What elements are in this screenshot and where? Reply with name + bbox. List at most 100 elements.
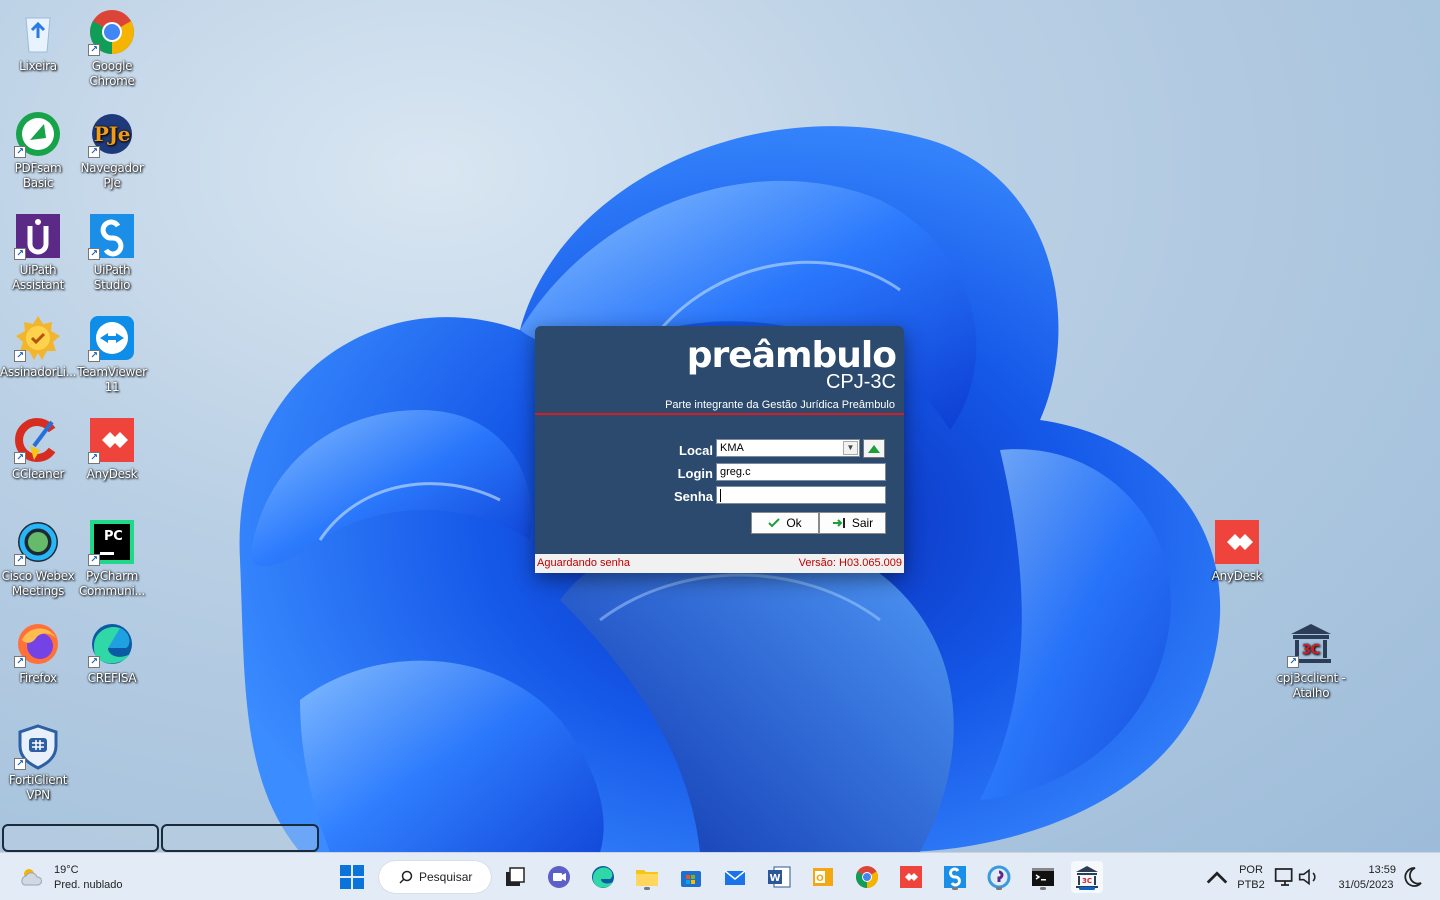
taskbar-outlook[interactable]: O	[807, 861, 839, 893]
local-select-value: KMA	[720, 442, 744, 454]
taskbar-store[interactable]	[675, 861, 707, 893]
task-view-icon	[506, 867, 525, 886]
local-select[interactable]: KMA ▼	[716, 439, 860, 457]
tray-network[interactable]	[1273, 861, 1297, 893]
taskbar-terminal[interactable]	[1027, 861, 1059, 893]
start-button[interactable]	[336, 861, 368, 893]
running-indicator	[952, 887, 958, 890]
tray-overflow-button[interactable]	[1201, 861, 1233, 893]
desktop-icon-firefox[interactable]: ↗ Firefox	[0, 620, 76, 686]
outlook-icon: O	[813, 868, 833, 886]
desktop-icon-label: CREFISA	[87, 671, 137, 685]
desktop-icon-uipath-studio[interactable]: ↗ UiPath Studio	[74, 212, 150, 293]
svg-text:3C: 3C	[1082, 877, 1092, 885]
shortcut-arrow-icon: ↗	[88, 248, 100, 260]
edge-icon	[592, 866, 614, 888]
taskbar-word[interactable]: W	[763, 861, 795, 893]
shortcut-arrow-icon: ↗	[14, 758, 26, 770]
taskbar-task-view[interactable]	[499, 861, 531, 893]
desktop-icon-assinador[interactable]: ↗ AssinadorLi...	[0, 314, 76, 380]
desktop-icon-pycharm[interactable]: PC ↗ PyCharm Communi...	[74, 518, 150, 599]
shortcut-arrow-icon: ↗	[14, 350, 26, 362]
shortcut-arrow-icon: ↗	[88, 146, 100, 158]
desktop: Lixeira ↗ Google Chrome ↗ PDFsam Basic P…	[0, 0, 1440, 852]
windows-logo-icon	[340, 865, 364, 889]
status-text: Aguardando senha	[537, 557, 630, 569]
desktop-icon-label: Cisco Webex Meetings	[1, 569, 75, 598]
desktop-icon-lixeira[interactable]: Lixeira	[0, 8, 76, 74]
expand-up-button[interactable]	[863, 439, 885, 458]
taskbar-uipath-assistant[interactable]	[983, 861, 1015, 893]
svg-text:W: W	[769, 873, 780, 884]
taskbar-cpj3c[interactable]: 3C	[1071, 861, 1103, 893]
status-bar: Aguardando senha Versão: H03.065.009	[535, 554, 904, 573]
chevron-up-icon	[1206, 871, 1228, 884]
shortcut-arrow-icon: ↗	[88, 44, 100, 56]
svg-text:3C: 3C	[1302, 643, 1320, 658]
running-indicator	[1040, 887, 1046, 890]
ok-button[interactable]: Ok	[751, 512, 819, 534]
desktop-icon-chrome[interactable]: ↗ Google Chrome	[74, 8, 150, 89]
taskbar-edge[interactable]	[587, 861, 619, 893]
weather-desc: Pred. nublado	[54, 879, 123, 891]
shortcut-arrow-icon: ↗	[14, 146, 26, 158]
desktop-icon-teamviewer[interactable]: ↗ TeamViewer 11	[74, 314, 150, 395]
store-icon	[681, 871, 701, 887]
desktop-icon-cpj3c[interactable]: 3C ↗ cpj3cclient - Atalho	[1273, 620, 1349, 701]
desktop-icon-crefisa[interactable]: ↗ CREFISA	[74, 620, 150, 686]
tagline: Parte integrante da Gestão Jurídica Preâ…	[665, 399, 895, 411]
empty-window-stub[interactable]	[161, 824, 319, 852]
login-field[interactable]: greg.c	[716, 463, 886, 481]
desktop-icon-pje[interactable]: PJe ↗ Navegador PJe	[74, 110, 150, 191]
chrome-icon: ↗	[88, 8, 136, 56]
anydesk-icon	[1213, 518, 1261, 566]
desktop-icon-ccleaner[interactable]: ↗ CCleaner	[0, 416, 76, 482]
shortcut-arrow-icon: ↗	[88, 554, 100, 566]
mail-icon	[724, 870, 746, 885]
password-field[interactable]	[716, 486, 886, 504]
taskbar-chrome[interactable]	[851, 861, 883, 893]
desktop-icon-uipath-assistant[interactable]: ↗ UiPath Assistant	[0, 212, 76, 293]
brand-block: preâmbulo CPJ-3C	[687, 338, 897, 393]
taskbar-search[interactable]: Pesquisar	[379, 861, 491, 893]
taskbar-teams-chat[interactable]	[543, 861, 575, 893]
volume-icon	[1298, 868, 1316, 886]
seal-icon: ↗	[14, 314, 62, 362]
triangle-up-icon	[868, 444, 880, 453]
weather-temp: 19°C	[54, 864, 79, 876]
ok-button-label: Ok	[786, 516, 802, 530]
courthouse-icon: 3C ↗	[1287, 620, 1335, 668]
clock[interactable]: 13:59 31/05/2023	[1330, 863, 1402, 893]
desktop-icon-webex[interactable]: ↗ Cisco Webex Meetings	[0, 518, 76, 599]
exit-button-label: Sair	[851, 516, 874, 530]
taskbar-uipath-studio[interactable]	[939, 861, 971, 893]
desktop-icon-forticlient[interactable]: ↗ FortiClient VPN	[0, 722, 76, 803]
desktop-icon-label: FortiClient VPN	[8, 773, 68, 802]
exit-button[interactable]: Sair	[819, 512, 886, 534]
version-text: Versão: H03.065.009	[798, 557, 902, 569]
keyboard-layout: PTB2	[1237, 879, 1265, 891]
shortcut-arrow-icon: ↗	[14, 248, 26, 260]
desktop-icon-pdfsam[interactable]: ↗ PDFsam Basic	[0, 110, 76, 191]
taskbar-mail[interactable]	[719, 861, 751, 893]
desktop-icon-anydesk-left[interactable]: ↗ AnyDesk	[74, 416, 150, 482]
pdfsam-icon: ↗	[14, 110, 62, 158]
search-icon	[399, 870, 413, 884]
desktop-icon-anydesk-right[interactable]: AnyDesk	[1199, 518, 1275, 584]
weather-widget[interactable]: 19°C Pred. nublado	[18, 863, 123, 893]
desktop-icon-label: TeamViewer 11	[77, 365, 147, 394]
active-indicator	[1079, 887, 1095, 890]
chevron-down-icon[interactable]: ▼	[843, 441, 858, 455]
taskbar-file-explorer[interactable]	[631, 861, 663, 893]
taskbar-anydesk[interactable]	[895, 861, 927, 893]
anydesk-icon: ↗	[88, 416, 136, 464]
desktop-icon-label: PyCharm Communi...	[78, 569, 146, 598]
language-indicator[interactable]: POR PTB2	[1233, 863, 1269, 893]
tray-focus-assist[interactable]	[1400, 861, 1424, 893]
empty-window-stub[interactable]	[2, 824, 159, 852]
taskbar: 19°C Pred. nublado Pesquisar W O 3C POR …	[0, 852, 1440, 900]
exit-arrow-icon	[832, 518, 845, 528]
ccleaner-icon: ↗	[14, 416, 62, 464]
shortcut-arrow-icon: ↗	[88, 452, 100, 464]
tray-volume[interactable]	[1297, 861, 1321, 893]
